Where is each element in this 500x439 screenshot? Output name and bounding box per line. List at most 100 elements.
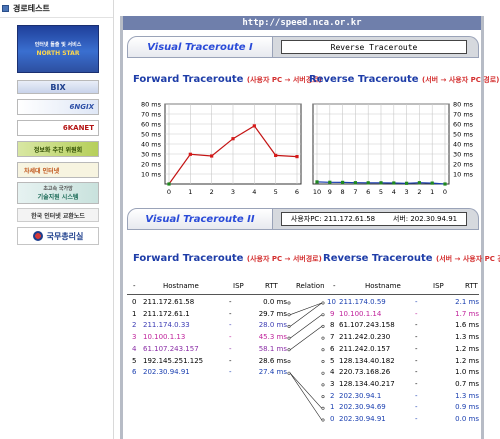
url-bar: http://speed.nca.or.kr [123, 16, 481, 30]
chart-0-y-tick-label: 40 ms [141, 141, 162, 149]
chart-1-x-tick-label: 10 [313, 188, 321, 196]
chart-0-data-point [188, 152, 192, 156]
banner-next-label: 차세대 인터넷 [24, 167, 60, 175]
relation-line [290, 302, 322, 327]
relation-line [289, 372, 323, 409]
chart-1-x-tick-label: 9 [328, 188, 332, 196]
forward-relation-node [287, 336, 291, 340]
reverse-relation-node [321, 336, 325, 340]
chart-0-y-tick-label: 20 ms [141, 161, 162, 169]
forward-title: Forward Traceroute (사용자 PC → 서버경로) [133, 74, 322, 85]
chart-1-x-tick-label: 4 [392, 188, 396, 196]
chart-0-data-point [231, 137, 235, 141]
reverse-relation-node [321, 348, 325, 352]
chart-0-y-tick-label: 50 ms [141, 131, 162, 139]
forward-relation-node [287, 313, 291, 317]
sidebar: 경로테스트 인터넷 돌출 및 서비스 NORTH STAR BIX 6NGIX … [0, 0, 114, 439]
chart-1-y-tick-label: 50 ms [453, 131, 474, 139]
chart-1-data-point [430, 181, 434, 185]
banner-6kanet[interactable]: 6KANET [17, 120, 99, 136]
reverse-traceroute-button[interactable]: Reverse Traceroute [281, 40, 467, 54]
chart-1-x-tick-label: 5 [379, 188, 383, 196]
chart-1-x-tick-label: 7 [353, 188, 357, 196]
chart-0-x-tick-label: 4 [252, 188, 256, 196]
chart-1-y-tick-label: 40 ms [453, 141, 474, 149]
banner-kix[interactable]: 한국 인터넷 교환노드 [17, 208, 99, 222]
bullet-icon [2, 5, 9, 12]
chart-1-y-tick-label: 30 ms [453, 151, 474, 159]
endpoint-info-box: 사용자PC: 211.172.61.58 서버: 202.30.94.91 [281, 212, 467, 226]
banner-north-label: NORTH STAR [36, 50, 80, 57]
reverse-title-2-text: Reverse Traceroute [323, 253, 433, 264]
chart-1-x-tick-label: 2 [417, 188, 421, 196]
forward-title-text: Forward Traceroute [133, 74, 244, 85]
relation-line [290, 326, 322, 351]
forward-title-2-text: Forward Traceroute [133, 253, 244, 264]
reverse-relation-node [321, 418, 325, 422]
chart-1-y-tick-label: 10 ms [453, 171, 474, 179]
main-panel: http://speed.nca.or.kr Visual Traceroute… [120, 16, 500, 439]
chart-0-x-tick-label: 1 [188, 188, 192, 196]
banner-6kanet-label: 6KANET [62, 124, 94, 132]
banner-north-sub: 인터넷 돌출 및 서비스 [34, 42, 82, 48]
banner-info-label: 정보화 추진 위원회 [33, 146, 83, 154]
banner-info-committee[interactable]: 정보화 추진 위원회 [17, 141, 99, 157]
url-text: http://speed.nca.or.kr [242, 18, 362, 28]
banner-tech-support[interactable]: 초고속 국가망 기술지원 시스템 [17, 182, 99, 204]
relation-line [289, 373, 323, 421]
chart-0-y-tick-label: 60 ms [141, 121, 162, 129]
chart-0-data-point [295, 155, 299, 159]
chart-0-x-tick-label: 3 [231, 188, 235, 196]
forward-relation-node [287, 360, 291, 364]
chart-1-data-point [353, 181, 357, 185]
banner-bix-label: BIX [50, 82, 66, 92]
tab-visual-traceroute-1[interactable]: Visual Traceroute I [127, 36, 273, 58]
banner-6ngix[interactable]: 6NGIX [17, 99, 99, 115]
chart-1-data-point [341, 180, 345, 184]
chart-1-y-tick-label: 60 ms [453, 121, 474, 129]
reverse-relation-node [321, 313, 325, 317]
chart-1-y-tick-label: 20 ms [453, 161, 474, 169]
banner-bix[interactable]: BIX [17, 80, 99, 94]
banner-north-star[interactable]: 인터넷 돌출 및 서비스 NORTH STAR [17, 25, 99, 73]
chart-0-data-point [274, 153, 278, 157]
relation-lines [287, 301, 325, 422]
forward-title-2: Forward Traceroute (사용자 PC → 서버경로) [133, 253, 322, 264]
tab-visual-traceroute-2[interactable]: Visual Traceroute II [127, 208, 273, 230]
server-label: 서버: 202.30.94.91 [392, 215, 458, 223]
reverse-title: Reverse Traceroute (서버 → 사용자 PC 경로) [309, 74, 499, 85]
banner-next-internet[interactable]: 차세대 인터넷 [17, 162, 99, 178]
chart-1-data-point [417, 181, 421, 185]
chart-1-data-point [405, 181, 409, 185]
reverse-relation-node [321, 360, 325, 364]
tab-row-1: Visual Traceroute I Reverse Traceroute [127, 36, 479, 58]
chart-1-x-tick-label: 1 [430, 188, 434, 196]
chart-0-data-point [210, 154, 214, 158]
chart-0-y-tick-label: 70 ms [141, 111, 162, 119]
reverse-relation-node [321, 324, 325, 328]
reverse-relation-node [321, 383, 325, 387]
chart-0-x-tick-label: 6 [295, 188, 299, 196]
reverse-traceroute-button-label: Reverse Traceroute [330, 42, 418, 52]
chart-0-x-tick-label: 5 [274, 188, 278, 196]
tab-row-2: Visual Traceroute II 사용자PC: 211.172.61.5… [127, 208, 479, 230]
banner-tech-label: 기술지원 시스템 [37, 194, 79, 201]
forward-subtitle-2: (사용자 PC → 서버경로) [246, 255, 322, 263]
page: 경로테스트 인터넷 돌출 및 서비스 NORTH STAR BIX 6NGIX … [0, 0, 500, 439]
government-emblem-icon [32, 231, 43, 241]
chart-1-x-tick-label: 0 [443, 188, 447, 196]
forward-relation-node [287, 371, 291, 375]
banner-gov[interactable]: 국무총리실 [17, 227, 99, 245]
chart-1-x-tick-label: 3 [405, 188, 409, 196]
reverse-title-2: Reverse Traceroute (서버 → 사용자 PC 경로) [323, 253, 500, 264]
forward-relation-node [287, 324, 291, 328]
chart-1-data-point [392, 181, 396, 185]
chart-0-data-point [252, 124, 256, 128]
chart-0-y-tick-label: 30 ms [141, 151, 162, 159]
reverse-relation-node [321, 371, 325, 375]
chart-0-x-tick-label: 2 [210, 188, 214, 196]
chart-1-y-tick-label: 70 ms [453, 111, 474, 119]
forward-relation-node [287, 348, 291, 352]
chart-0-data-point [167, 182, 171, 186]
tab-2-label: Visual Traceroute II [145, 213, 255, 225]
